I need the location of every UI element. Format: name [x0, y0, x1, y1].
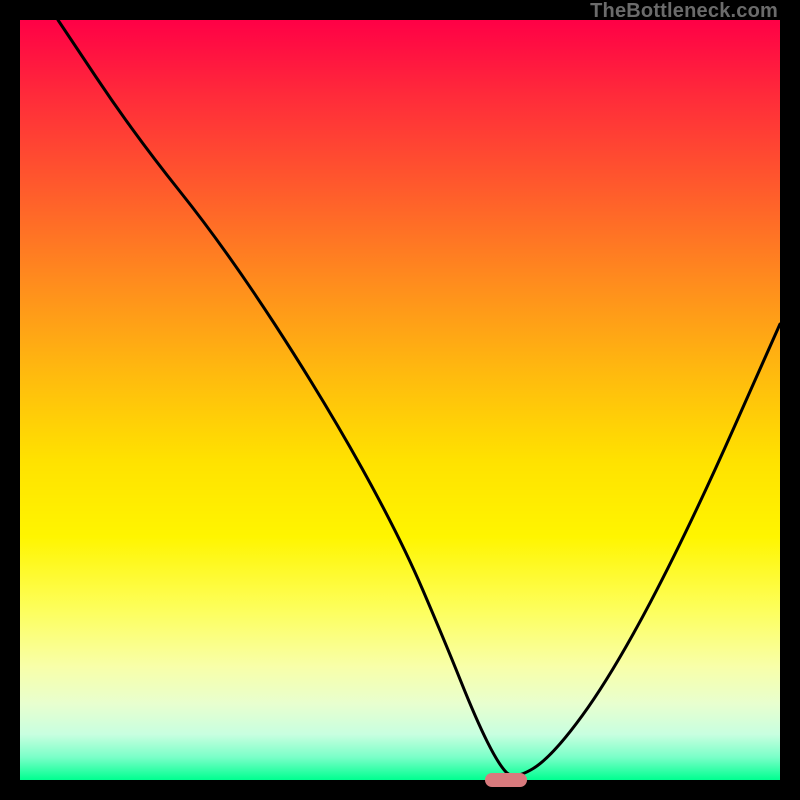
watermark-label: TheBottleneck.com	[590, 0, 778, 23]
chart-container: TheBottleneck.com	[0, 0, 800, 800]
bottleneck-curve	[20, 20, 780, 780]
optimal-marker	[485, 773, 527, 787]
